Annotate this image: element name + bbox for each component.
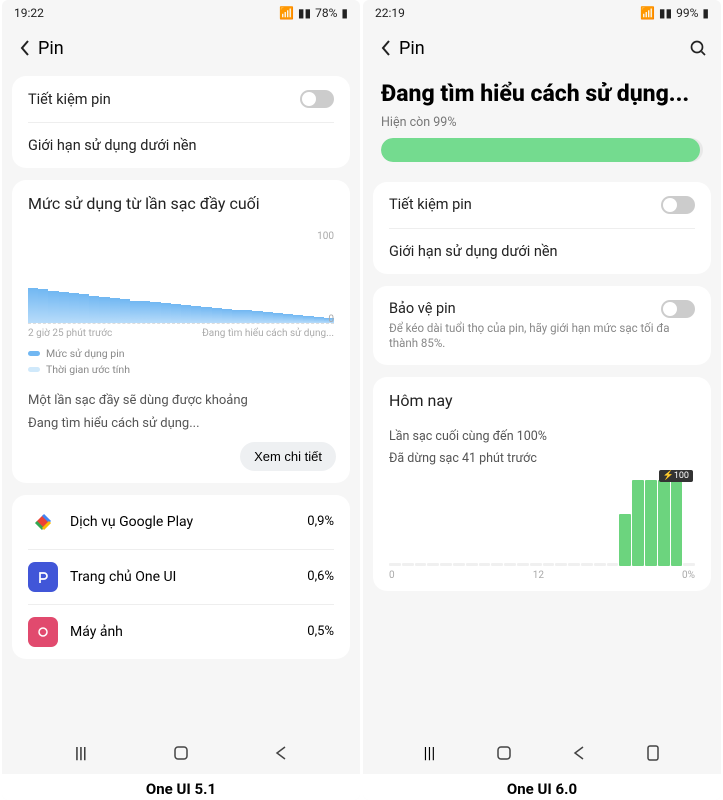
page-title: Pin — [399, 38, 425, 59]
app-row[interactable]: Dịch vụ Google Play0,9% — [12, 495, 350, 549]
header: Pin — [363, 26, 721, 70]
charge-badge: ⚡100 — [659, 470, 693, 482]
usage-title: Mức sử dụng từ lần sạc đầy cuối — [12, 180, 350, 227]
page-title: Pin — [38, 38, 64, 59]
status-time: 19:22 — [14, 6, 44, 20]
x-left: 2 giờ 25 phút trước — [28, 328, 112, 339]
phone-right: 22:19 📶 ▮▮ 99% ▮ Pin Đang tìm hiểu cách … — [363, 0, 721, 800]
card-protect: Bảo vệ pin Để kéo dài tuổi thọ của pin, … — [373, 286, 711, 365]
stopped-charge: Đã dừng sạc 41 phút trước — [373, 446, 711, 472]
status-time: 22:19 — [375, 6, 405, 20]
x-right: Đang tìm hiểu cách sử dụng... — [202, 328, 334, 339]
battery-percent: 78% — [315, 6, 337, 20]
signal-icon: ▮▮ — [659, 6, 672, 20]
app-icon — [28, 507, 58, 537]
status-bar: 19:22 📶 ▮▮ 78% ▮ — [2, 0, 360, 26]
nav-extra-icon[interactable] — [646, 745, 660, 761]
app-name: Trang chủ One UI — [70, 569, 307, 585]
card-apps: Dịch vụ Google Play0,9%Trang chủ One UI0… — [12, 495, 350, 659]
nav-back-icon[interactable] — [275, 746, 287, 760]
app-pct: 0,6% — [307, 569, 334, 584]
battery-progress — [381, 138, 703, 162]
app-row[interactable]: Máy ảnh0,5% — [12, 605, 350, 659]
last-charge: Lần sạc cuối cùng đến 100% — [373, 424, 711, 446]
protect-sub: Để kéo dài tuổi thọ của pin, hãy giới hạ… — [389, 321, 695, 351]
header: Pin — [2, 26, 360, 70]
back-button[interactable] — [373, 36, 399, 60]
card-settings: Tiết kiệm pin Giới hạn sử dụng dưới nền — [12, 76, 350, 168]
detail-button[interactable]: Xem chi tiết — [240, 442, 336, 471]
card-today: Hôm nay Lần sạc cuối cùng đến 100% Đã dừ… — [373, 377, 711, 591]
nav-recents-icon[interactable]: ||| — [424, 743, 436, 762]
search-icon[interactable] — [689, 39, 707, 57]
back-button[interactable] — [12, 36, 38, 60]
bg-limit-label: Giới hạn sử dụng dưới nền — [28, 137, 334, 154]
today-chart: ⚡100 — [389, 480, 695, 566]
app-name: Máy ảnh — [70, 624, 307, 640]
phone-left: 19:22 📶 ▮▮ 78% ▮ Pin Tiết kiệm pin Giới … — [2, 0, 360, 800]
status-bar: 22:19 📶 ▮▮ 99% ▮ — [363, 0, 721, 26]
row-protect[interactable]: Bảo vệ pin Để kéo dài tuổi thọ của pin, … — [373, 286, 711, 365]
power-saving-toggle[interactable] — [661, 196, 695, 214]
wifi-icon: 📶 — [279, 6, 294, 20]
navbar: ||| — [2, 733, 360, 774]
battery-percent: 99% — [676, 6, 698, 20]
app-row[interactable]: Trang chủ One UI0,6% — [12, 550, 350, 604]
battery-icon: ▮ — [341, 6, 348, 20]
nav-home-icon[interactable] — [173, 745, 189, 761]
row-power-saving[interactable]: Tiết kiệm pin — [373, 182, 711, 228]
protect-toggle[interactable] — [661, 300, 695, 318]
signal-icon: ▮▮ — [298, 6, 311, 20]
nav-recents-icon[interactable]: ||| — [75, 743, 87, 762]
charge-desc-1: Một lần sạc đầy sẽ dùng được khoảng — [12, 388, 350, 411]
row-bg-limit[interactable]: Giới hạn sử dụng dưới nền — [373, 229, 711, 274]
app-icon — [28, 562, 58, 592]
charge-desc-2: Đang tìm hiểu cách sử dụng... — [12, 411, 350, 434]
battery-icon: ▮ — [702, 6, 709, 20]
power-saving-toggle[interactable] — [300, 90, 334, 108]
wifi-icon: 📶 — [640, 6, 655, 20]
row-power-saving[interactable]: Tiết kiệm pin — [12, 76, 350, 122]
today-title: Hôm nay — [373, 377, 711, 424]
caption-left: One UI 5.1 — [2, 774, 360, 800]
navbar: ||| — [363, 733, 721, 774]
nav-home-icon[interactable] — [496, 745, 512, 761]
card-settings: Tiết kiệm pin Giới hạn sử dụng dưới nền — [373, 182, 711, 274]
usage-chart: 100 0 2 giờ 25 phút trước Đang tìm hiểu … — [12, 227, 350, 388]
legend-dot-usage — [28, 351, 40, 356]
hero-title: Đang tìm hiểu cách sử dụng... — [381, 80, 703, 109]
nav-back-icon[interactable] — [573, 746, 585, 760]
hero: Đang tìm hiểu cách sử dụng... Hiện còn 9… — [363, 70, 721, 176]
app-icon — [28, 617, 58, 647]
caption-right: One UI 6.0 — [363, 774, 721, 800]
card-usage: Mức sử dụng từ lần sạc đầy cuối 100 0 2 … — [12, 180, 350, 483]
app-pct: 0,9% — [307, 514, 334, 529]
row-bg-limit[interactable]: Giới hạn sử dụng dưới nền — [12, 123, 350, 168]
power-saving-label: Tiết kiệm pin — [28, 91, 300, 108]
app-pct: 0,5% — [307, 624, 334, 639]
hero-sub: Hiện còn 99% — [381, 115, 703, 130]
legend-dot-estimate — [28, 367, 40, 372]
app-name: Dịch vụ Google Play — [70, 514, 307, 530]
